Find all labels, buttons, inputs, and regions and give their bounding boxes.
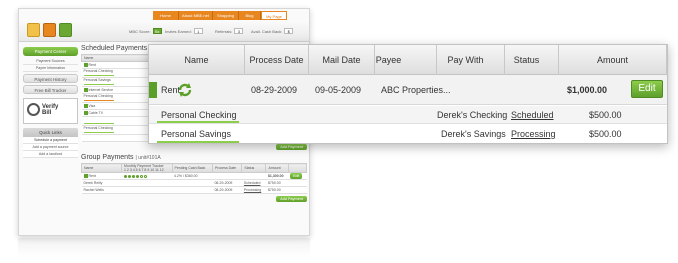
progress-bar [83, 131, 114, 133]
progress-bar [157, 121, 239, 123]
cell-pending [172, 186, 213, 194]
invites-earned: Invites Earned: 1 [165, 28, 203, 35]
schedule-payment-link[interactable]: Schedule a payment [23, 137, 78, 144]
cell-action [288, 179, 307, 187]
cell-process-date: 08-29-2009 [251, 85, 298, 95]
cell-status[interactable]: Scheduled [241, 179, 266, 187]
recurring-icon [178, 83, 192, 97]
col-process-date: Process Date [211, 163, 243, 173]
zoomed-payment-panel: Name Process Date Mail Date Payee Pay Wi… [148, 44, 668, 144]
add-landlord-link[interactable]: Add a landlord [23, 151, 78, 158]
header-process-date: Process Date [245, 45, 309, 75]
cell-process-date: 08-29-2009 [212, 186, 242, 194]
verify-bill-badge[interactable]: Verify Bill [23, 98, 78, 124]
col-amount: Amount [265, 163, 289, 173]
cell-amount: $750.00 [265, 179, 289, 187]
cell-mail-date: 09-05-2009 [315, 85, 362, 95]
cell-process-date: 08-29-2009 [212, 179, 242, 187]
status-square-icon [83, 174, 88, 179]
cell-tracker [121, 179, 173, 187]
header-pay-with: Pay With [427, 45, 505, 75]
top-nav: Home About MBE.net Shopping Blog My Page [153, 11, 287, 20]
cell-pay-with: Derek's Checking [437, 110, 508, 120]
progress-bar [83, 99, 114, 101]
referrals: Referrals: 3 [215, 28, 244, 35]
cell-pay-with: Derek's Savings [441, 129, 506, 139]
table-row-source: Personal Checking Derek's Checking Sched… [149, 106, 667, 124]
cell-status[interactable]: Processing [511, 125, 556, 143]
table-row-source: Personal Savings Derek's Savings Process… [149, 125, 667, 143]
cell-name: Rent [81, 172, 122, 180]
cell-amount: $750.00 [265, 186, 289, 194]
cell-amount: $1,000.00 [567, 85, 608, 95]
edit-button[interactable]: Edit [290, 173, 303, 179]
nav-my-page[interactable]: My Page [261, 11, 287, 20]
header-status: Status [495, 45, 559, 75]
add-payment-button[interactable]: Add Payment [276, 196, 307, 202]
col-status: Status [241, 163, 267, 173]
status-square-icon [83, 88, 88, 93]
edit-button[interactable]: Edit [631, 80, 663, 98]
table-row: Rent 4.2% / $360.00 $1,300.00 Edit [81, 172, 307, 180]
sidebar: Payment Center Payment Sources Payee Inf… [23, 47, 78, 158]
nav-home[interactable]: Home [153, 11, 179, 20]
cell-name: Derek Reilly [81, 179, 122, 187]
cell-pending [172, 179, 213, 187]
verify-bill-text: Verify Bill [42, 104, 59, 116]
col-tracker: Monthly Payment Tracker 1 2 3 4 5 6 7 8 9… [121, 163, 173, 173]
status-square-icon [83, 104, 88, 109]
add-payment-button[interactable]: Add Payment [276, 144, 307, 150]
calendar-icon[interactable] [27, 23, 40, 37]
table-row: Rachel Wells 08-29-2009 Processing $750.00 [81, 186, 307, 194]
payment-sources-link[interactable]: Payment Sources [23, 58, 78, 65]
cell-tracker [121, 186, 173, 194]
header-payee: Payee [341, 45, 437, 75]
nav-about[interactable]: About MBE.net [179, 11, 213, 20]
cell-amount: $500.00 [589, 129, 622, 139]
table-header: Name Process Date Mail Date Payee Pay Wi… [149, 45, 667, 75]
cell-status[interactable]: Scheduled [511, 106, 554, 124]
cell-amount: $500.00 [589, 110, 622, 120]
cell-payee: ABC Properties... [381, 85, 451, 95]
quick-links-header: Quick Links [23, 128, 78, 137]
status-square-icon [83, 63, 88, 68]
nav-blog[interactable]: Blog [239, 11, 261, 20]
col-action [287, 163, 308, 173]
payment-center-button[interactable]: Payment Center [23, 47, 78, 56]
cell-amount: $1,300.00 [265, 172, 289, 180]
add-payment-source-link[interactable]: Add a payment source [23, 144, 78, 151]
cell-name: Rachel Wells [81, 186, 122, 194]
avail-cash-back: Avail. Cash Back: $ [251, 28, 294, 35]
magnifier-icon [27, 103, 40, 116]
status-square-icon [149, 82, 157, 98]
free-bill-tracker-button[interactable]: Free Bill Tracker [23, 85, 78, 94]
col-pending-cash-back: Pending Cash Back [171, 163, 213, 173]
window-reflection [18, 238, 310, 258]
header-name: Name [149, 45, 245, 75]
cell-action [288, 186, 307, 194]
nav-shopping[interactable]: Shopping [213, 11, 239, 20]
progress-bar [83, 83, 114, 85]
progress-bar [83, 74, 114, 76]
table-row-rent: Rent 08-29-2009 09-05-2009 ABC Propertie… [149, 75, 667, 105]
progress-bar [157, 141, 239, 143]
table-row: Derek Reilly 08-29-2009 Scheduled $750.00 [81, 179, 307, 187]
mbc-score: MBC Score: Sx [129, 28, 162, 35]
people-icon[interactable] [59, 23, 72, 37]
cell-pending: 4.2% / $360.00 [172, 172, 213, 180]
col-name: Name [81, 163, 122, 173]
status-square-icon [83, 111, 88, 116]
payee-information-link[interactable]: Payee Information [23, 65, 78, 72]
payment-history-button[interactable]: Payment History [23, 74, 78, 83]
toolbar: MBC Score: Sx Invites Earned: 1 Referrals:… [19, 20, 309, 42]
group-payments-title: Group Payments | unit#101A [81, 154, 161, 161]
dollar-icon[interactable] [43, 23, 56, 37]
group-table: Name Monthly Payment Tracker 1 2 3 4 5 6 … [81, 163, 308, 194]
cell-status[interactable]: Processing [241, 186, 266, 194]
header-amount: Amount [559, 45, 667, 75]
tracker-dots [121, 172, 173, 180]
progress-bar [83, 122, 114, 124]
